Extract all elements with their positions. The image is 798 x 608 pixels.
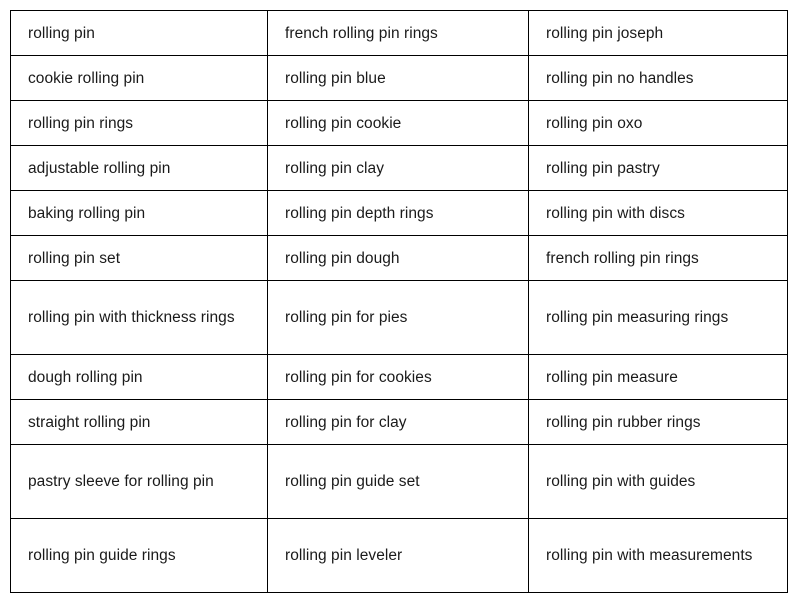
table-cell: rolling pin measure <box>528 354 788 400</box>
table-cell: rolling pin blue <box>267 55 529 101</box>
table-cell: rolling pin dough <box>267 235 529 281</box>
table-cell: cookie rolling pin <box>10 55 268 101</box>
table-cell: french rolling pin rings <box>528 235 788 281</box>
table-cell: rolling pin rubber rings <box>528 399 788 445</box>
table-cell: rolling pin rings <box>10 100 268 146</box>
table-row: cookie rolling pin rolling pin blue rollin… <box>10 55 788 101</box>
keyword-table-container: rolling pin french rolling pin rings rolli… <box>10 10 788 593</box>
table-cell: rolling pin with thickness rings <box>10 280 268 355</box>
table-row: rolling pin french rolling pin rings rolli… <box>10 10 788 56</box>
table-row: rolling pin guide rings rolling pin level… <box>10 518 788 593</box>
keyword-table-body: rolling pin french rolling pin rings rolli… <box>10 10 788 593</box>
table-cell: rolling pin depth rings <box>267 190 529 236</box>
table-cell: rolling pin measuring rings <box>528 280 788 355</box>
table-row: pastry sleeve for rolling pin rolling pin… <box>10 444 788 519</box>
table-cell: adjustable rolling pin <box>10 145 268 191</box>
table-row: rolling pin rings rolling pin cookie rolli… <box>10 100 788 146</box>
table-cell: rolling pin leveler <box>267 518 529 593</box>
table-row: adjustable rolling pin rolling pin clay ro… <box>10 145 788 191</box>
table-cell: rolling pin no handles <box>528 55 788 101</box>
table-cell: pastry sleeve for rolling pin <box>10 444 268 519</box>
table-row: dough rolling pin rolling pin for cookies… <box>10 354 788 400</box>
table-cell: rolling pin for pies <box>267 280 529 355</box>
table-cell: rolling pin with guides <box>528 444 788 519</box>
table-cell: baking rolling pin <box>10 190 268 236</box>
table-cell: dough rolling pin <box>10 354 268 400</box>
table-cell: rolling pin pastry <box>528 145 788 191</box>
table-cell: rolling pin guide set <box>267 444 529 519</box>
table-cell: rolling pin for cookies <box>267 354 529 400</box>
table-cell: rolling pin for clay <box>267 399 529 445</box>
table-cell: rolling pin joseph <box>528 10 788 56</box>
keyword-table: rolling pin french rolling pin rings rolli… <box>10 10 788 593</box>
table-cell: rolling pin cookie <box>267 100 529 146</box>
table-row: baking rolling pin rolling pin depth ring… <box>10 190 788 236</box>
table-cell: rolling pin guide rings <box>10 518 268 593</box>
table-cell: rolling pin <box>10 10 268 56</box>
table-row: straight rolling pin rolling pin for clay… <box>10 399 788 445</box>
table-cell: rolling pin with discs <box>528 190 788 236</box>
table-row: rolling pin set rolling pin dough french r… <box>10 235 788 281</box>
table-cell: straight rolling pin <box>10 399 268 445</box>
table-cell: french rolling pin rings <box>267 10 529 56</box>
table-cell: rolling pin set <box>10 235 268 281</box>
table-row: rolling pin with thickness rings rolling … <box>10 280 788 355</box>
table-cell: rolling pin oxo <box>528 100 788 146</box>
table-cell: rolling pin with measurements <box>528 518 788 593</box>
table-cell: rolling pin clay <box>267 145 529 191</box>
